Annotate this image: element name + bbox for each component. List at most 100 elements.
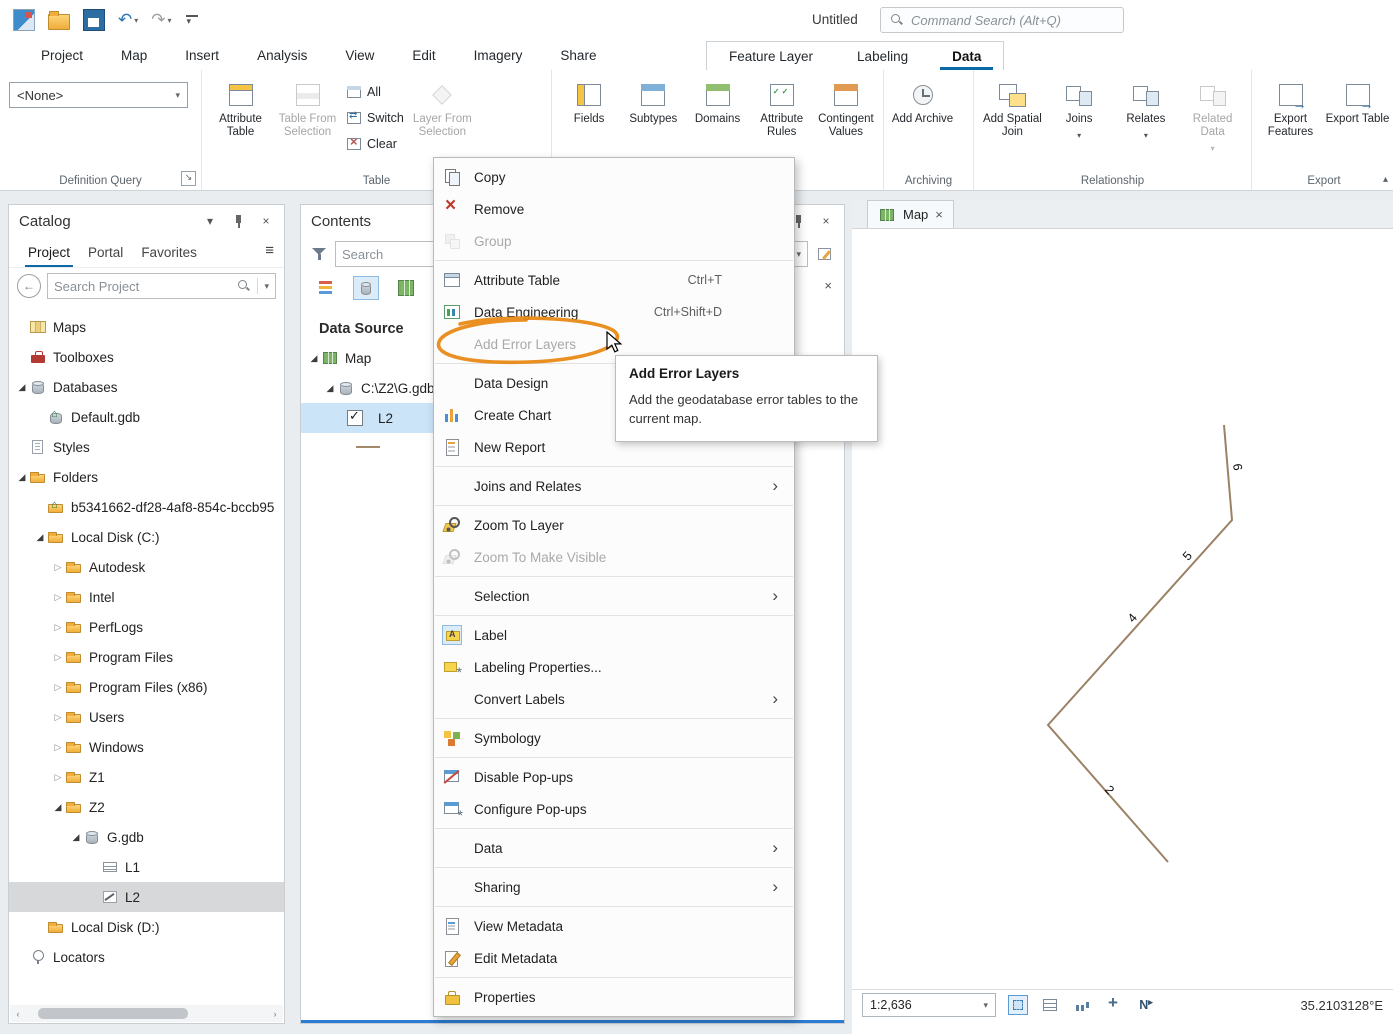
- expander-icon[interactable]: [51, 802, 65, 813]
- ribbon-tab[interactable]: Map: [102, 40, 166, 70]
- menu-item[interactable]: Configure Pop-ups: [434, 793, 794, 825]
- catalog-tree-item[interactable]: L2: [9, 882, 284, 912]
- ribbon-button[interactable]: Relates: [1113, 74, 1180, 141]
- catalog-tree-item[interactable]: Local Disk (C:): [9, 522, 284, 552]
- scroll-right-icon[interactable]: ›: [267, 1009, 283, 1019]
- expander-icon[interactable]: [15, 382, 29, 393]
- menu-item[interactable]: Symbology: [434, 722, 794, 754]
- catalog-tree-item[interactable]: b5341662-df28-4af8-854c-bccb95: [9, 492, 284, 522]
- menu-item[interactable]: Label: [434, 619, 794, 651]
- catalog-tree-item[interactable]: Program Files (x86): [9, 672, 284, 702]
- scroll-left-icon[interactable]: ‹: [10, 1009, 26, 1019]
- menu-item[interactable]: Data: [434, 832, 794, 864]
- ribbon-tab[interactable]: Insert: [166, 40, 238, 70]
- ribbon-small-button[interactable]: All: [341, 79, 409, 104]
- menu-item[interactable]: Remove: [434, 193, 794, 225]
- catalog-tree-item[interactable]: Maps: [9, 312, 284, 342]
- catalog-tree-item[interactable]: Toolboxes: [9, 342, 284, 372]
- menu-icon[interactable]: ≡: [265, 242, 274, 259]
- chevron-down-icon[interactable]: ▾: [168, 16, 172, 25]
- menu-item[interactable]: Copy: [434, 161, 794, 193]
- ribbon-button[interactable]: Export Table: [1324, 74, 1391, 126]
- catalog-tree-item[interactable]: Databases: [9, 372, 284, 402]
- collapse-ribbon-icon[interactable]: ▴: [1383, 174, 1388, 185]
- scrollbar-thumb[interactable]: [38, 1008, 188, 1019]
- save-project-button[interactable]: [80, 7, 108, 33]
- menu-item[interactable]: Data Engineering Ctrl+Shift+D: [434, 296, 794, 328]
- chevron-down-icon[interactable]: ▾: [134, 16, 138, 25]
- expander-icon[interactable]: [51, 622, 65, 633]
- catalog-tree-item[interactable]: Folders: [9, 462, 284, 492]
- ribbon-button[interactable]: Add Spatial Join: [979, 74, 1046, 139]
- expander-icon[interactable]: [15, 472, 29, 483]
- ribbon-small-button[interactable]: Switch: [341, 105, 409, 130]
- selection-tool-icon[interactable]: [1008, 995, 1028, 1015]
- expander-icon[interactable]: [323, 383, 337, 394]
- expander-icon[interactable]: [307, 353, 321, 364]
- list-by-visibility-icon[interactable]: [393, 276, 419, 300]
- ribbon-button[interactable]: Contingent Values: [814, 74, 878, 139]
- catalog-tree-item[interactable]: Autodesk: [9, 552, 284, 582]
- add-data-icon[interactable]: [1104, 993, 1124, 1015]
- close-icon[interactable]: ×: [258, 213, 274, 229]
- chevron-down-icon[interactable]: ▾: [202, 213, 218, 229]
- menu-item[interactable]: Labeling Properties...: [434, 651, 794, 683]
- chart-icon[interactable]: [1072, 995, 1092, 1015]
- menu-item[interactable]: Convert Labels: [434, 683, 794, 715]
- ribbon-button[interactable]: Domains: [685, 74, 749, 126]
- search-icon[interactable]: [237, 279, 251, 293]
- filter-icon[interactable]: [311, 246, 327, 262]
- ribbon-button[interactable]: Joins: [1046, 74, 1113, 141]
- list-by-data-source-icon[interactable]: [353, 276, 379, 300]
- catalog-tree-item[interactable]: G.gdb: [9, 822, 284, 852]
- menu-item[interactable]: View Metadata: [434, 910, 794, 942]
- catalog-tree-item[interactable]: Z2: [9, 792, 284, 822]
- menu-item[interactable]: Sharing: [434, 871, 794, 903]
- catalog-tree-item[interactable]: Program Files: [9, 642, 284, 672]
- catalog-tree-item[interactable]: Locators: [9, 942, 284, 972]
- list-by-drawing-order-icon[interactable]: [313, 276, 339, 300]
- back-button[interactable]: ←: [17, 274, 41, 298]
- ribbon-button[interactable]: Fields: [557, 74, 621, 126]
- catalog-tree-item[interactable]: Z1: [9, 762, 284, 792]
- map-scale-select[interactable]: 1:2,636 ▾: [862, 993, 996, 1017]
- customize-qat-button[interactable]: [182, 7, 202, 33]
- ribbon-button[interactable]: Add Archive: [889, 74, 956, 126]
- ribbon-tab[interactable]: Analysis: [238, 40, 326, 70]
- catalog-tree-item[interactable]: Users: [9, 702, 284, 732]
- north-arrow-icon[interactable]: N: [1136, 995, 1156, 1015]
- menu-item[interactable]: Joins and Relates: [434, 470, 794, 502]
- menu-item[interactable]: Zoom To Make Visible: [434, 541, 794, 573]
- expander-icon[interactable]: [51, 772, 65, 783]
- expander-icon[interactable]: [51, 742, 65, 753]
- catalog-tree-item[interactable]: L1: [9, 852, 284, 882]
- expander-icon[interactable]: [51, 712, 65, 723]
- line-symbol-swatch[interactable]: [356, 446, 380, 448]
- contextual-ribbon-tab[interactable]: Feature Layer: [707, 42, 835, 70]
- horizontal-scrollbar[interactable]: ‹ ›: [10, 1005, 283, 1022]
- catalog-tree-item[interactable]: Windows: [9, 732, 284, 762]
- ribbon-tab[interactable]: Edit: [393, 40, 454, 70]
- undo-button[interactable]: ↶ ▾: [115, 7, 141, 33]
- dialog-launcher-icon[interactable]: ↘: [181, 171, 196, 186]
- map-tab[interactable]: Map ×: [867, 200, 954, 228]
- catalog-tree-item[interactable]: PerfLogs: [9, 612, 284, 642]
- menu-item[interactable]: Properties: [434, 981, 794, 1013]
- layer-visibility-checkbox[interactable]: [347, 408, 363, 426]
- menu-item[interactable]: Attribute Table Ctrl+T: [434, 264, 794, 296]
- ribbon-tab[interactable]: Share: [541, 40, 615, 70]
- new-project-button[interactable]: [10, 7, 38, 33]
- menu-item[interactable]: Zoom To Layer: [434, 509, 794, 541]
- edit-options-icon[interactable]: [816, 245, 834, 263]
- ribbon-tab[interactable]: View: [326, 40, 393, 70]
- catalog-tab[interactable]: Portal: [79, 237, 132, 267]
- expander-icon[interactable]: [33, 532, 47, 543]
- ribbon-button[interactable]: Related Data: [1179, 74, 1246, 154]
- expander-icon[interactable]: [69, 832, 83, 843]
- attribute-table-icon[interactable]: [1040, 995, 1060, 1015]
- ribbon-button[interactable]: Attribute Rules: [750, 74, 814, 139]
- expander-icon[interactable]: [51, 562, 65, 573]
- catalog-tree-item[interactable]: Intel: [9, 582, 284, 612]
- chevron-down-icon[interactable]: ▾: [264, 281, 269, 292]
- menu-item[interactable]: Selection: [434, 580, 794, 612]
